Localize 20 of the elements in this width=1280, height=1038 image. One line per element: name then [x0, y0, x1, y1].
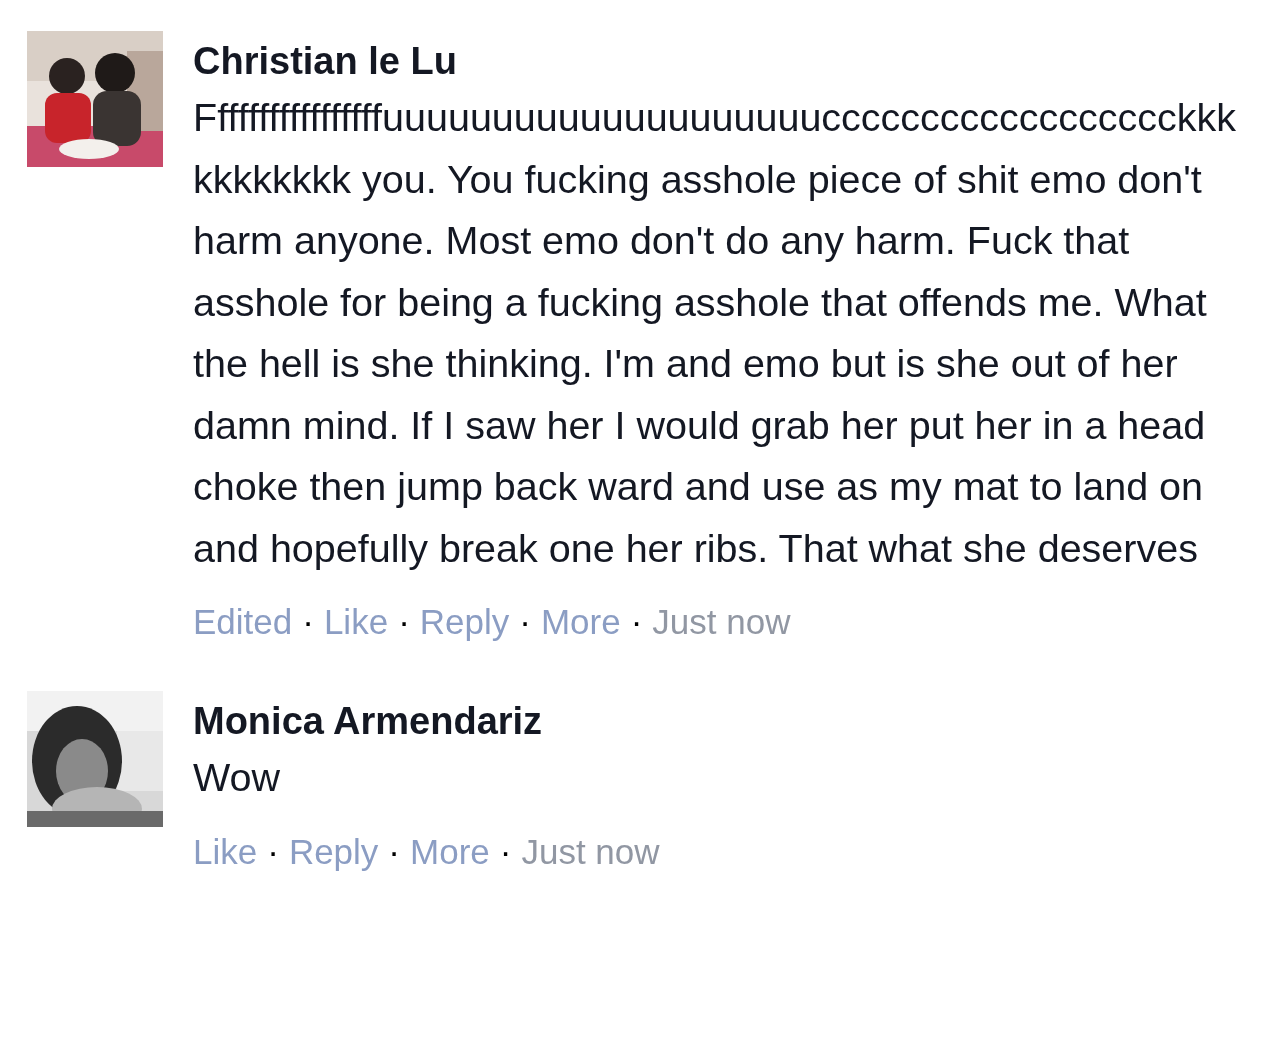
separator-dot: · — [398, 601, 410, 643]
action-link[interactable]: Reply — [288, 826, 379, 877]
comment-text: Wow — [193, 754, 282, 801]
separator-dot: · — [388, 830, 400, 873]
action-link[interactable]: Reply — [419, 597, 510, 647]
timestamp: Just now — [521, 830, 660, 873]
separator-dot: · — [519, 601, 531, 643]
author-name[interactable]: Christian le Lu — [193, 35, 1241, 87]
action-link[interactable]: More — [410, 826, 490, 877]
separator-dot: · — [302, 601, 314, 643]
separator-dot: · — [499, 830, 512, 873]
action-link[interactable]: Like — [193, 826, 258, 877]
timestamp: Just now — [652, 601, 791, 643]
edited-label: Edited — [193, 601, 293, 643]
author-name[interactable]: Monica Armendariz — [193, 695, 1241, 747]
action-link[interactable]: More — [540, 597, 621, 647]
separator-dot: · — [267, 830, 279, 873]
separator-dot: · — [630, 601, 643, 643]
action-link[interactable]: Like — [323, 597, 389, 647]
comment-text: Fffffffffffffffffuuuuuuuuuuuuuuuuuuuucccccccccccccccccckkkkkkkkkkk you. You fucking asshole piece of shit emo don't harm anyone. Most emo don't do any harm. Fuck that asshole for being a fucking asshole that offends me. What the hell is she thinking. I'm and emo but is she out of her damn mind. If I saw her I would grab her put her in a head choke then jump back ward and use as my mat to land on and hopefully break one her ribs. That what she deserves — [193, 94, 1238, 572]
